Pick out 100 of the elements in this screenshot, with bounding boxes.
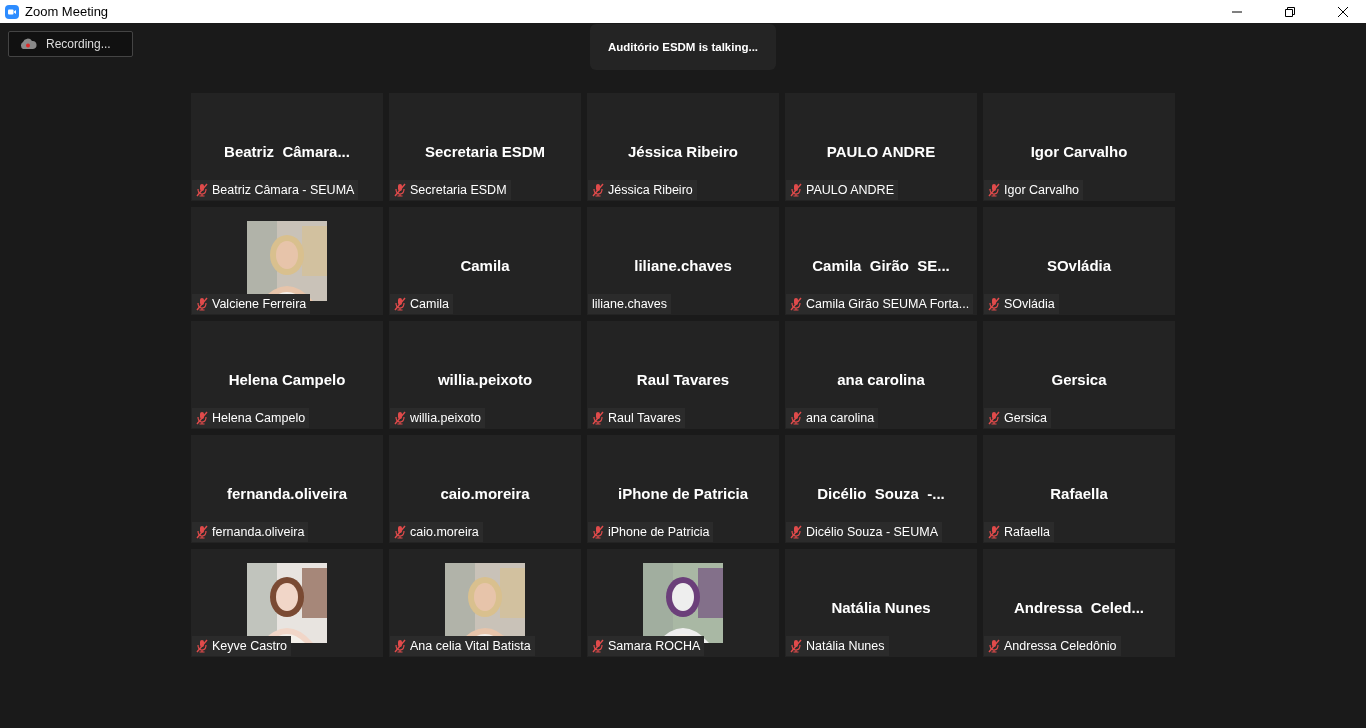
muted-mic-icon xyxy=(592,639,604,653)
video-tile[interactable]: Samara ROCHA xyxy=(587,549,779,657)
video-tile[interactable]: Igor Carvalho Igor Carvalho xyxy=(983,93,1175,201)
participant-label-text: Igor Carvalho xyxy=(1004,183,1080,197)
participant-name: Beatriz Câmara... xyxy=(224,142,350,160)
participant-name: SOvládia xyxy=(1046,256,1112,274)
participant-label-text: iPhone de Patricia xyxy=(608,525,710,539)
participant-name: Gersica xyxy=(1051,370,1107,388)
muted-mic-icon xyxy=(988,525,1000,539)
video-tile[interactable]: Rafaella Rafaella xyxy=(983,435,1175,543)
participant-name: Secretaria ESDM xyxy=(424,142,546,160)
video-tile[interactable]: Beatriz Câmara... Beatriz Câmara - SEUMA xyxy=(191,93,383,201)
participant-name: Dicélio Souza -... xyxy=(817,484,945,502)
participant-name: Rafaella xyxy=(1050,484,1108,502)
muted-mic-icon xyxy=(790,183,802,197)
muted-mic-icon xyxy=(790,411,802,425)
close-icon[interactable] xyxy=(1338,6,1348,17)
video-tile[interactable]: ana carolina ana carolina xyxy=(785,321,977,429)
window-title: Zoom Meeting xyxy=(25,4,109,19)
participant-name: ana carolina xyxy=(837,370,925,388)
participant-name: Igor Carvalho xyxy=(1030,142,1128,160)
video-tile[interactable]: Raul Tavares Raul Tavares xyxy=(587,321,779,429)
video-tile[interactable]: Dicélio Souza -... Dicélio Souza - SEUMA xyxy=(785,435,977,543)
muted-mic-icon xyxy=(790,639,802,653)
muted-mic-icon xyxy=(196,525,208,539)
participant-name: PAULO ANDRE xyxy=(826,142,936,160)
video-tile[interactable]: PAULO ANDRE PAULO ANDRE xyxy=(785,93,977,201)
participant-label-text: Jéssica Ribeiro xyxy=(608,183,693,197)
muted-mic-icon xyxy=(988,411,1000,425)
participant-name: Raul Tavares xyxy=(636,370,730,388)
participant-label-text: Valciene Ferreira xyxy=(212,297,307,311)
video-tile[interactable]: Camila Girão SE... Camila Girão SEUMA Forta... xyxy=(785,207,977,315)
participant-name: caio.moreira xyxy=(440,484,530,502)
participant-name: willia.peixoto xyxy=(437,370,533,388)
participant-name: Jéssica Ribeiro xyxy=(627,142,739,160)
participant-label-text: Andressa Celedônio xyxy=(1004,639,1117,653)
muted-mic-icon xyxy=(394,297,406,311)
muted-mic-icon xyxy=(592,411,604,425)
participant-label-text: Helena Campelo xyxy=(212,411,306,425)
participant-label-text: fernanda.oliveira xyxy=(212,525,305,539)
participant-label-text: liliane.chaves xyxy=(592,297,668,311)
participant-label-text: Camila Girão SEUMA Forta... xyxy=(806,297,970,311)
muted-mic-icon xyxy=(592,525,604,539)
participant-name: Andressa Celed... xyxy=(1013,598,1145,616)
video-tile[interactable]: Gersica Gersica xyxy=(983,321,1175,429)
participant-label-text: Rafaella xyxy=(1004,525,1050,539)
participant-label-text: Gersica xyxy=(1004,411,1048,425)
video-tile[interactable]: SOvládia SOvládia xyxy=(983,207,1175,315)
video-tile[interactable]: Secretaria ESDM Secretaria ESDM xyxy=(389,93,581,201)
video-tile[interactable]: willia.peixoto willia.peixoto xyxy=(389,321,581,429)
participant-label-text: Secretaria ESDM xyxy=(410,183,507,197)
participant-label-text: Ana celia Vital Batista xyxy=(410,639,531,653)
muted-mic-icon xyxy=(196,297,208,311)
muted-mic-icon xyxy=(988,639,1000,653)
participant-name: Camila Girão SE... xyxy=(812,256,950,274)
participant-label-text: Dicélio Souza - SEUMA xyxy=(806,525,938,539)
participant-label-text: Raul Tavares xyxy=(608,411,681,425)
video-tile[interactable]: Keyve Castro xyxy=(191,549,383,657)
video-tile[interactable]: fernanda.oliveira fernanda.oliveira xyxy=(191,435,383,543)
muted-mic-icon xyxy=(394,183,406,197)
video-tile[interactable]: Andressa Celed... Andressa Celedônio xyxy=(983,549,1175,657)
participant-name: liliane.chaves xyxy=(634,256,732,274)
restore-icon[interactable] xyxy=(1285,6,1295,17)
recording-button[interactable]: Recording... xyxy=(8,31,133,57)
muted-mic-icon xyxy=(592,183,604,197)
participant-label-text: PAULO ANDRE xyxy=(806,183,894,197)
video-tile[interactable]: Ana celia Vital Batista xyxy=(389,549,581,657)
cloud-record-icon xyxy=(19,38,37,50)
video-tile[interactable]: Helena Campelo Helena Campelo xyxy=(191,321,383,429)
participant-label-text: SOvládia xyxy=(1004,297,1055,311)
participant-label-text: Beatriz Câmara - SEUMA xyxy=(212,183,355,197)
muted-mic-icon xyxy=(196,411,208,425)
muted-mic-icon xyxy=(394,411,406,425)
participant-label-text: ana carolina xyxy=(806,411,875,425)
participant-label-text: Keyve Castro xyxy=(212,639,288,653)
muted-mic-icon xyxy=(196,183,208,197)
muted-mic-icon xyxy=(988,183,1000,197)
participant-label-text: Samara ROCHA xyxy=(608,639,701,653)
participant-name: fernanda.oliveira xyxy=(226,484,347,502)
speaker-notice: Auditório ESDM is talking... xyxy=(590,24,776,70)
video-tile[interactable]: liliane.chaves liliane.chaves xyxy=(587,207,779,315)
video-tile[interactable]: Natália Nunes Natália Nunes xyxy=(785,549,977,657)
video-tile[interactable]: caio.moreira caio.moreira xyxy=(389,435,581,543)
camera-icon xyxy=(5,4,19,19)
video-tile[interactable]: Camila Camila xyxy=(389,207,581,315)
participant-name: Natália Nunes xyxy=(831,598,931,616)
participant-label-text: willia.peixoto xyxy=(410,411,481,425)
video-tile[interactable]: iPhone de Patricia iPhone de Patricia xyxy=(587,435,779,543)
muted-mic-icon xyxy=(394,639,406,653)
participant-name: iPhone de Patricia xyxy=(617,484,748,502)
participant-label-text: caio.moreira xyxy=(410,525,479,539)
participant-name: Camila xyxy=(460,256,510,274)
video-tile[interactable]: Valciene Ferreira xyxy=(191,207,383,315)
participant-label-text: Camila xyxy=(410,297,449,311)
muted-mic-icon xyxy=(988,297,1000,311)
participant-name: Helena Campelo xyxy=(228,370,346,388)
muted-mic-icon xyxy=(790,525,802,539)
participant-label-text: Natália Nunes xyxy=(806,639,885,653)
video-tile[interactable]: Jéssica Ribeiro Jéssica Ribeiro xyxy=(587,93,779,201)
muted-mic-icon xyxy=(394,525,406,539)
